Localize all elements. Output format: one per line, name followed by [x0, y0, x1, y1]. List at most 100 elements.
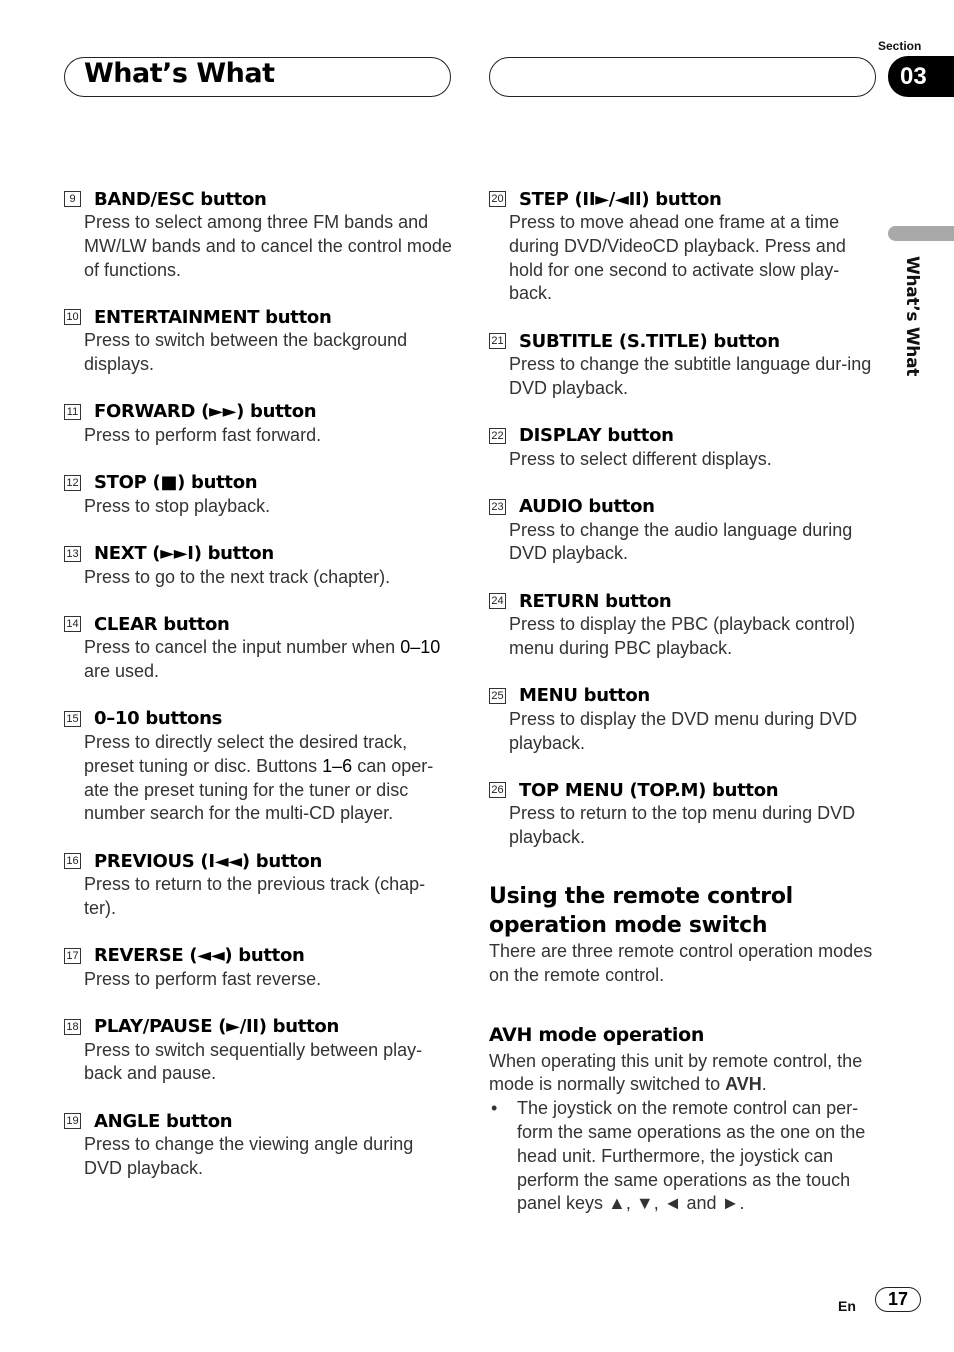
item-description: Press to switch between the background d…	[84, 330, 408, 375]
item-number-badge: 9	[64, 191, 81, 207]
item-header: 13 NEXT (►►I) button	[64, 542, 454, 566]
item-number-badge: 22	[489, 427, 506, 444]
item-title: SUBTITLE (S.TITLE) button	[519, 330, 780, 352]
item-title: PLAY/PAUSE (►/II) button	[94, 1016, 339, 1038]
item-header: 10 ENTERTAINMENT button	[64, 305, 454, 329]
item-number-badge: 13	[64, 545, 81, 562]
item-number-badge: 19	[64, 1113, 81, 1130]
item-number-badge: 11	[64, 403, 81, 420]
page-number: 17	[875, 1287, 921, 1312]
item-description: Press to change the subtitle language du…	[509, 354, 872, 398]
item-description: Press to select different displays.	[509, 448, 772, 469]
item-header: 9 BAND/ESC button	[64, 187, 454, 211]
item-description: Press to stop playback.	[84, 495, 271, 516]
section-heading: Using the remote control operation mode …	[489, 883, 793, 938]
avh-paragraph: When operating this unit by remote contr…	[489, 1050, 879, 1098]
item-title: PREVIOUS (I◄◄) button	[94, 850, 323, 872]
item-header: 12 STOP (■) button	[64, 471, 454, 495]
item-header: 15 0–10 buttons	[64, 707, 454, 731]
item-number-badge: 16	[64, 853, 81, 870]
list-item: 25 MENU button Press to display the DVD me…	[489, 684, 879, 756]
blank-pill-frame	[489, 57, 876, 97]
list-item: 13 NEXT (►►I) button Press to go to the ne…	[64, 542, 454, 590]
item-description: Press to change the viewing angle during…	[84, 1134, 414, 1178]
item-title: DISPLAY button	[519, 425, 674, 447]
avh-para-end: .	[761, 1074, 767, 1095]
item-description: Press to display the DVD menu during DVD…	[509, 708, 858, 753]
item-description: Press to return to the top menu during D…	[509, 803, 856, 848]
item-header: 25 MENU button	[489, 684, 879, 708]
item-number-badge: 23	[489, 498, 506, 515]
item-header: 19 ANGLE button	[64, 1109, 454, 1133]
item-title: TOP MENU (TOP.M) button	[519, 779, 779, 801]
item-number-badge: 24	[489, 593, 506, 610]
item-description: Press to cancel the input number when 0–…	[84, 636, 454, 684]
item-number-badge: 12	[64, 474, 81, 491]
list-item: 18 PLAY/PAUSE (►/II) button Press to switc…	[64, 1015, 454, 1087]
item-description: Press to change the audio language durin…	[509, 519, 853, 564]
item-header: 26 TOP MENU (TOP.M) button	[489, 778, 879, 802]
item-header: 14 CLEAR button	[64, 612, 454, 636]
item-title: 0–10 buttons	[94, 708, 223, 730]
item-number-badge: 15	[64, 710, 81, 727]
item-header: 18 PLAY/PAUSE (►/II) button	[64, 1015, 454, 1039]
avh-para-text: When operating this unit by remote contr…	[489, 1050, 863, 1095]
item-title: ANGLE button	[94, 1110, 233, 1132]
item-title: MENU button	[519, 685, 650, 707]
list-item: 15 0–10 buttons Press to directly select t…	[64, 707, 454, 826]
item-title: FORWARD (►►) button	[94, 401, 317, 423]
item-header: 22 DISPLAY button	[489, 424, 879, 448]
item-number-badge: 14	[64, 616, 81, 633]
item-header: 17 REVERSE (◄◄) button	[64, 944, 454, 968]
item-title: ENTERTAINMENT button	[94, 306, 332, 328]
bullet-text: The joystick on the remote control can p…	[517, 1098, 866, 1214]
item-description: Press to go to the next track (chapter).	[84, 566, 391, 587]
page-title: What’s What	[84, 58, 275, 89]
right-column: 20 STEP (II►/◄II) button Press to move ahe…	[489, 187, 879, 1216]
desc-text: are used.	[84, 661, 160, 682]
left-column: 9 BAND/ESC button Press to select among th…	[64, 187, 454, 1204]
item-header: 16 PREVIOUS (I◄◄) button	[64, 849, 454, 873]
item-description: Press to switch sequentially between pla…	[84, 1039, 423, 1084]
desc-bold: 1–6	[322, 755, 353, 776]
item-header: 24 RETURN button	[489, 589, 879, 613]
item-number-badge: 21	[489, 333, 506, 350]
item-title: STOP (■) button	[94, 472, 258, 494]
bullet-icon: •	[491, 1098, 498, 1119]
list-item: 23 AUDIO button Press to change the audio …	[489, 495, 879, 567]
item-title: RETURN button	[519, 590, 672, 612]
list-item: 10 ENTERTAINMENT button Press to switch be…	[64, 305, 454, 377]
item-header: 11 FORWARD (►►) button	[64, 400, 454, 424]
list-item: 20 STEP (II►/◄II) button Press to move ahe…	[489, 187, 879, 306]
item-title: AUDIO button	[519, 496, 655, 518]
right-item-list: 20 STEP (II►/◄II) button Press to move ahe…	[489, 187, 879, 850]
desc-text: Press to cancel the input number when	[84, 637, 401, 658]
list-item: 21 SUBTITLE (S.TITLE) button Press to chan…	[489, 329, 879, 401]
list-item: 11 FORWARD (►►) button Press to perform fa…	[64, 400, 454, 448]
item-header: 23 AUDIO button	[489, 495, 879, 519]
side-tab-label: What’s What	[902, 256, 922, 377]
item-title: REVERSE (◄◄) button	[94, 945, 305, 967]
bullet-item: • The joystick on the remote control can…	[489, 1097, 879, 1216]
item-description: Press to move ahead one frame at a time …	[509, 212, 846, 304]
section-number: 03	[900, 62, 927, 90]
item-description: Press to display the PBC (playback contr…	[509, 614, 856, 658]
list-item: 12 STOP (■) button Press to stop playback.	[64, 471, 454, 519]
item-title: BAND/ESC button	[94, 188, 267, 210]
item-title: CLEAR button	[94, 613, 230, 635]
item-number-badge: 26	[489, 782, 506, 799]
item-description: Press to perform fast forward.	[84, 424, 322, 445]
item-number-badge: 25	[489, 687, 506, 704]
item-number-badge: 20	[489, 191, 506, 207]
section-intro: There are three remote control operation…	[489, 940, 873, 985]
desc-bold: 0–10	[400, 637, 441, 658]
item-description: Press to return to the previous track (c…	[84, 874, 426, 918]
item-header: 21 SUBTITLE (S.TITLE) button	[489, 329, 879, 353]
item-number-badge: 18	[64, 1018, 81, 1035]
footer-language: En	[838, 1298, 856, 1314]
item-number-badge: 17	[64, 947, 81, 964]
section-label: Section	[878, 39, 922, 53]
item-description: Press to perform fast reverse.	[84, 968, 322, 989]
list-item: 14 CLEAR button Press to cancel the input …	[64, 612, 454, 684]
list-item: 17 REVERSE (◄◄) button Press to perform fa…	[64, 944, 454, 992]
